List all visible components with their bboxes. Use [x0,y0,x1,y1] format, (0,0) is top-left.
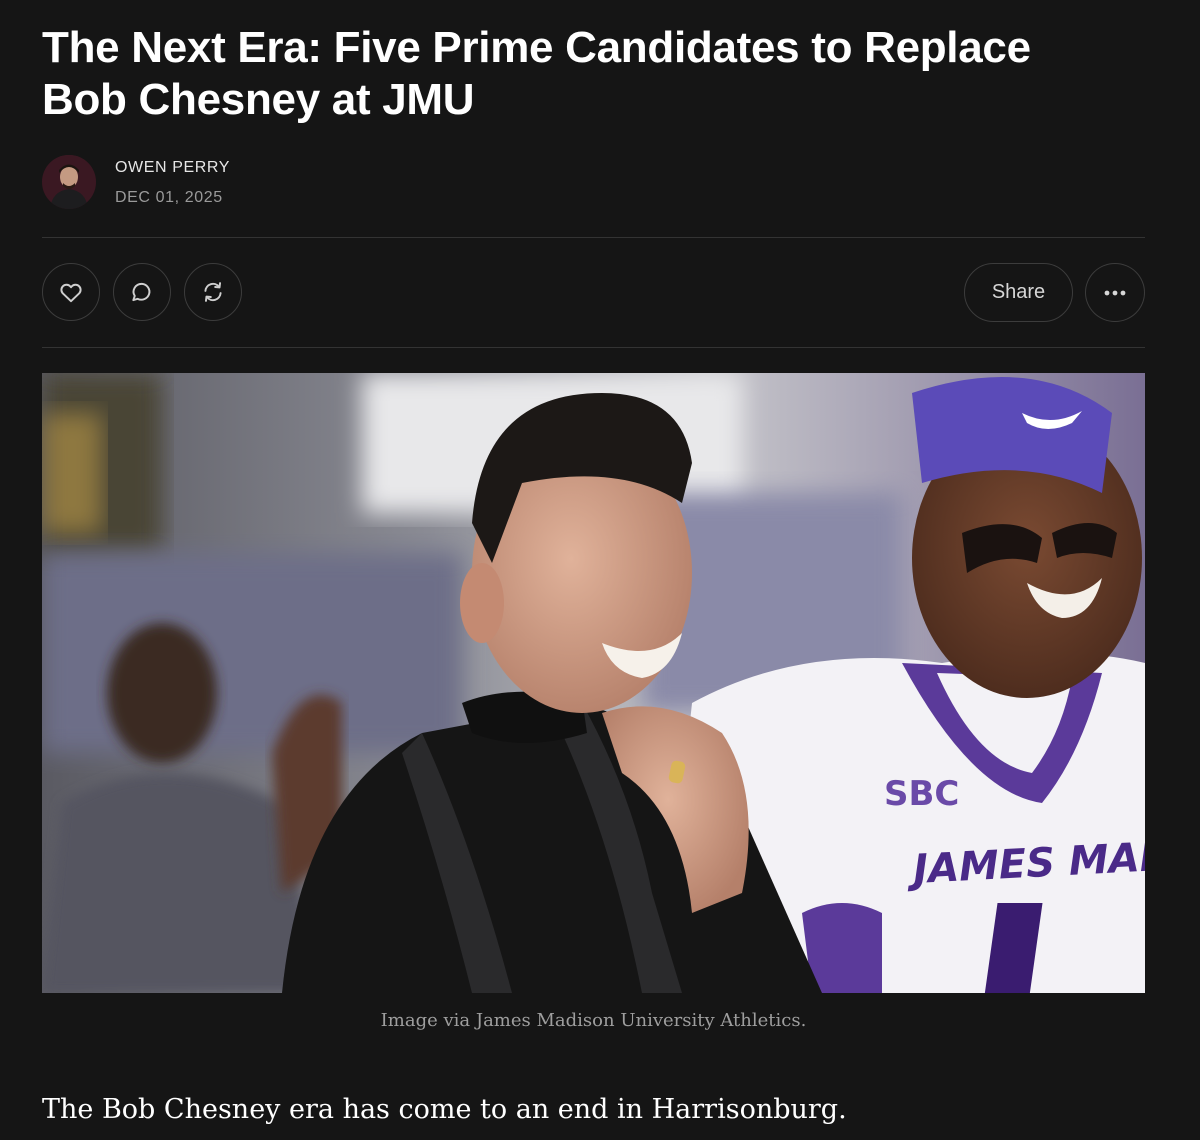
divider-top [42,237,1145,238]
engagement-actions [42,263,242,321]
byline-meta: OWEN PERRY DEC 01, 2025 [115,156,230,208]
byline: OWEN PERRY DEC 01, 2025 [42,155,230,209]
comment-bubble-icon [132,282,151,302]
jersey-patch: SBC [884,774,959,814]
restack-button[interactable] [184,263,242,321]
hero-photo: SBC JAMES MAD [42,373,1145,993]
article-page: The Next Era: Five Prime Candidates to R… [0,0,1200,1140]
author-name[interactable]: OWEN PERRY [115,158,230,178]
avatar-portrait [42,155,96,209]
more-options-button[interactable] [1085,263,1145,322]
restack-icon [204,282,222,302]
article-title: The Next Era: Five Prime Candidates to R… [42,23,1031,124]
publish-date: DEC 01, 2025 [115,189,223,206]
article-first-paragraph: The Bob Chesney era has come to an end i… [42,1094,847,1125]
image-caption: Image via James Madison University Athle… [380,1010,807,1031]
like-button[interactable] [42,263,100,321]
comment-button[interactable] [113,263,171,321]
ellipsis-icon [1104,290,1126,295]
share-button[interactable]: Share [964,263,1073,322]
author-avatar[interactable] [42,155,96,209]
bg-person-head [107,623,217,763]
hero-image[interactable]: SBC JAMES MAD [42,373,1145,993]
divider-bottom [42,347,1145,348]
heart-icon [60,283,82,303]
